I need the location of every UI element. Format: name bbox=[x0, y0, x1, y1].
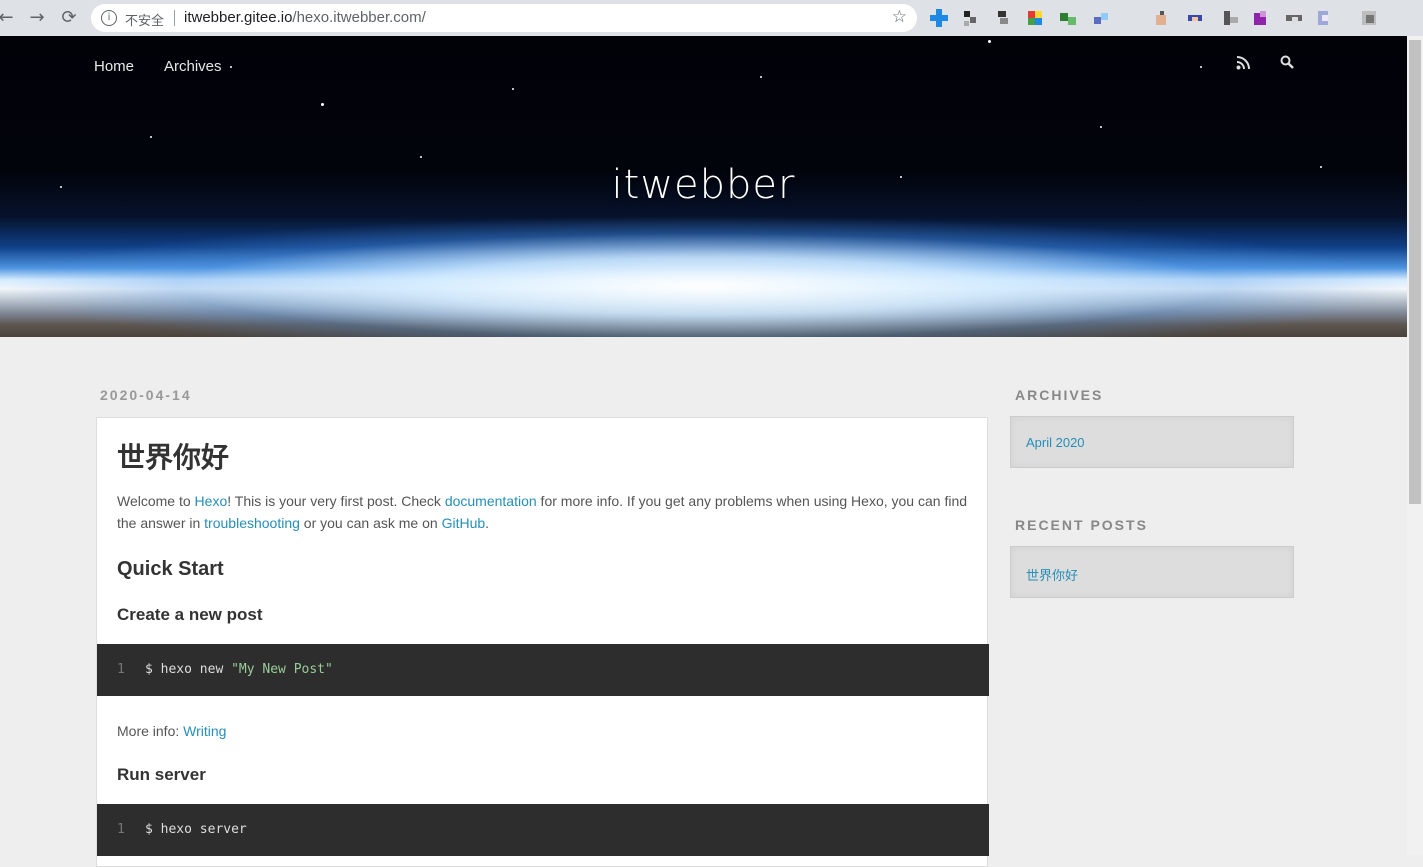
heading-create-post: Create a new post bbox=[117, 605, 263, 624]
reload-icon[interactable]: ⟳ bbox=[57, 6, 81, 30]
code-line: $ hexo new "My New Post" bbox=[145, 662, 333, 677]
extension-icon[interactable] bbox=[930, 9, 948, 27]
nav-home-link[interactable]: Home bbox=[94, 58, 134, 75]
address-bar[interactable]: i 不安全 itwebber.gitee.io/hexo.itwebber.co… bbox=[91, 4, 917, 32]
star-decoration bbox=[1200, 66, 1202, 68]
documentation-link[interactable]: documentation bbox=[445, 493, 537, 509]
extension-icon[interactable] bbox=[1252, 9, 1270, 27]
url-text[interactable]: itwebber.gitee.io/hexo.itwebber.com/ bbox=[184, 9, 426, 26]
sidebar-archives-title: ARCHIVES bbox=[1015, 387, 1104, 403]
extension-icon[interactable] bbox=[1186, 9, 1204, 27]
post-article: 世界你好 Welcome to Hexo! This is your very … bbox=[96, 417, 989, 867]
code-block: 1 $ hexo new "My New Post" bbox=[97, 644, 989, 696]
security-label: 不安全 bbox=[125, 14, 165, 29]
nav-archives-link[interactable]: Archives bbox=[164, 58, 222, 75]
hexo-link[interactable]: Hexo bbox=[195, 493, 228, 509]
extension-icon[interactable] bbox=[1314, 9, 1332, 27]
extension-icon[interactable] bbox=[1152, 9, 1170, 27]
recent-post-link[interactable]: 世界你好 bbox=[1026, 565, 1078, 584]
archives-widget: April 2020 bbox=[1010, 416, 1294, 468]
page-scrollbar[interactable] bbox=[1407, 36, 1423, 855]
scrollbar-thumb[interactable] bbox=[1409, 40, 1421, 504]
extension-icon[interactable] bbox=[1092, 9, 1110, 27]
heading-run-server: Run server bbox=[117, 765, 206, 784]
post-title[interactable]: 世界你好 bbox=[117, 436, 229, 476]
writing-link[interactable]: Writing bbox=[183, 723, 226, 739]
extension-icon[interactable] bbox=[1286, 9, 1304, 27]
forward-icon[interactable]: → bbox=[25, 6, 49, 30]
star-decoration bbox=[420, 156, 422, 158]
star-decoration bbox=[512, 88, 514, 90]
back-icon[interactable]: ← bbox=[0, 6, 18, 30]
code-block: 1 $ hexo server bbox=[97, 804, 989, 856]
star-decoration bbox=[321, 103, 324, 106]
extension-icon[interactable] bbox=[1026, 9, 1044, 27]
github-link[interactable]: GitHub bbox=[442, 515, 486, 531]
code-line-number: 1 bbox=[117, 822, 125, 837]
post-intro-paragraph: Welcome to Hexo! This is your very first… bbox=[117, 493, 968, 531]
star-decoration bbox=[988, 40, 991, 43]
sidebar-recent-posts-title: RECENT POSTS bbox=[1015, 517, 1148, 533]
star-decoration bbox=[760, 76, 762, 78]
troubleshooting-link[interactable]: troubleshooting bbox=[204, 515, 300, 531]
extension-icon[interactable] bbox=[994, 9, 1012, 27]
bookmark-star-icon[interactable]: ☆ bbox=[892, 7, 907, 27]
recent-posts-widget: 世界你好 bbox=[1010, 546, 1294, 598]
site-title[interactable]: itwebber bbox=[0, 162, 1407, 208]
heading-quick-start: Quick Start bbox=[117, 558, 224, 580]
search-icon[interactable] bbox=[1280, 55, 1294, 69]
star-decoration bbox=[230, 66, 232, 68]
rss-icon[interactable] bbox=[1236, 56, 1250, 70]
post-date[interactable]: 2020-04-14 bbox=[100, 387, 192, 403]
archive-link-april-2020[interactable]: April 2020 bbox=[1026, 435, 1085, 450]
extension-icon[interactable] bbox=[1060, 9, 1078, 27]
extension-icon[interactable] bbox=[962, 9, 980, 27]
more-info-paragraph: More info: Writing bbox=[117, 723, 227, 739]
browser-toolbar: ← → ⟳ i 不安全 itwebber.gitee.io/hexo.itweb… bbox=[0, 0, 1423, 36]
star-decoration bbox=[1100, 126, 1102, 128]
extension-icon[interactable] bbox=[1360, 9, 1378, 27]
star-decoration bbox=[150, 136, 152, 138]
site-info-icon[interactable]: i bbox=[101, 10, 117, 26]
code-line-number: 1 bbox=[117, 662, 125, 677]
hero-banner: Home Archives itwebber bbox=[0, 36, 1407, 337]
code-line: $ hexo server bbox=[145, 822, 247, 837]
address-separator bbox=[174, 10, 175, 26]
extension-icon[interactable] bbox=[1222, 9, 1240, 27]
